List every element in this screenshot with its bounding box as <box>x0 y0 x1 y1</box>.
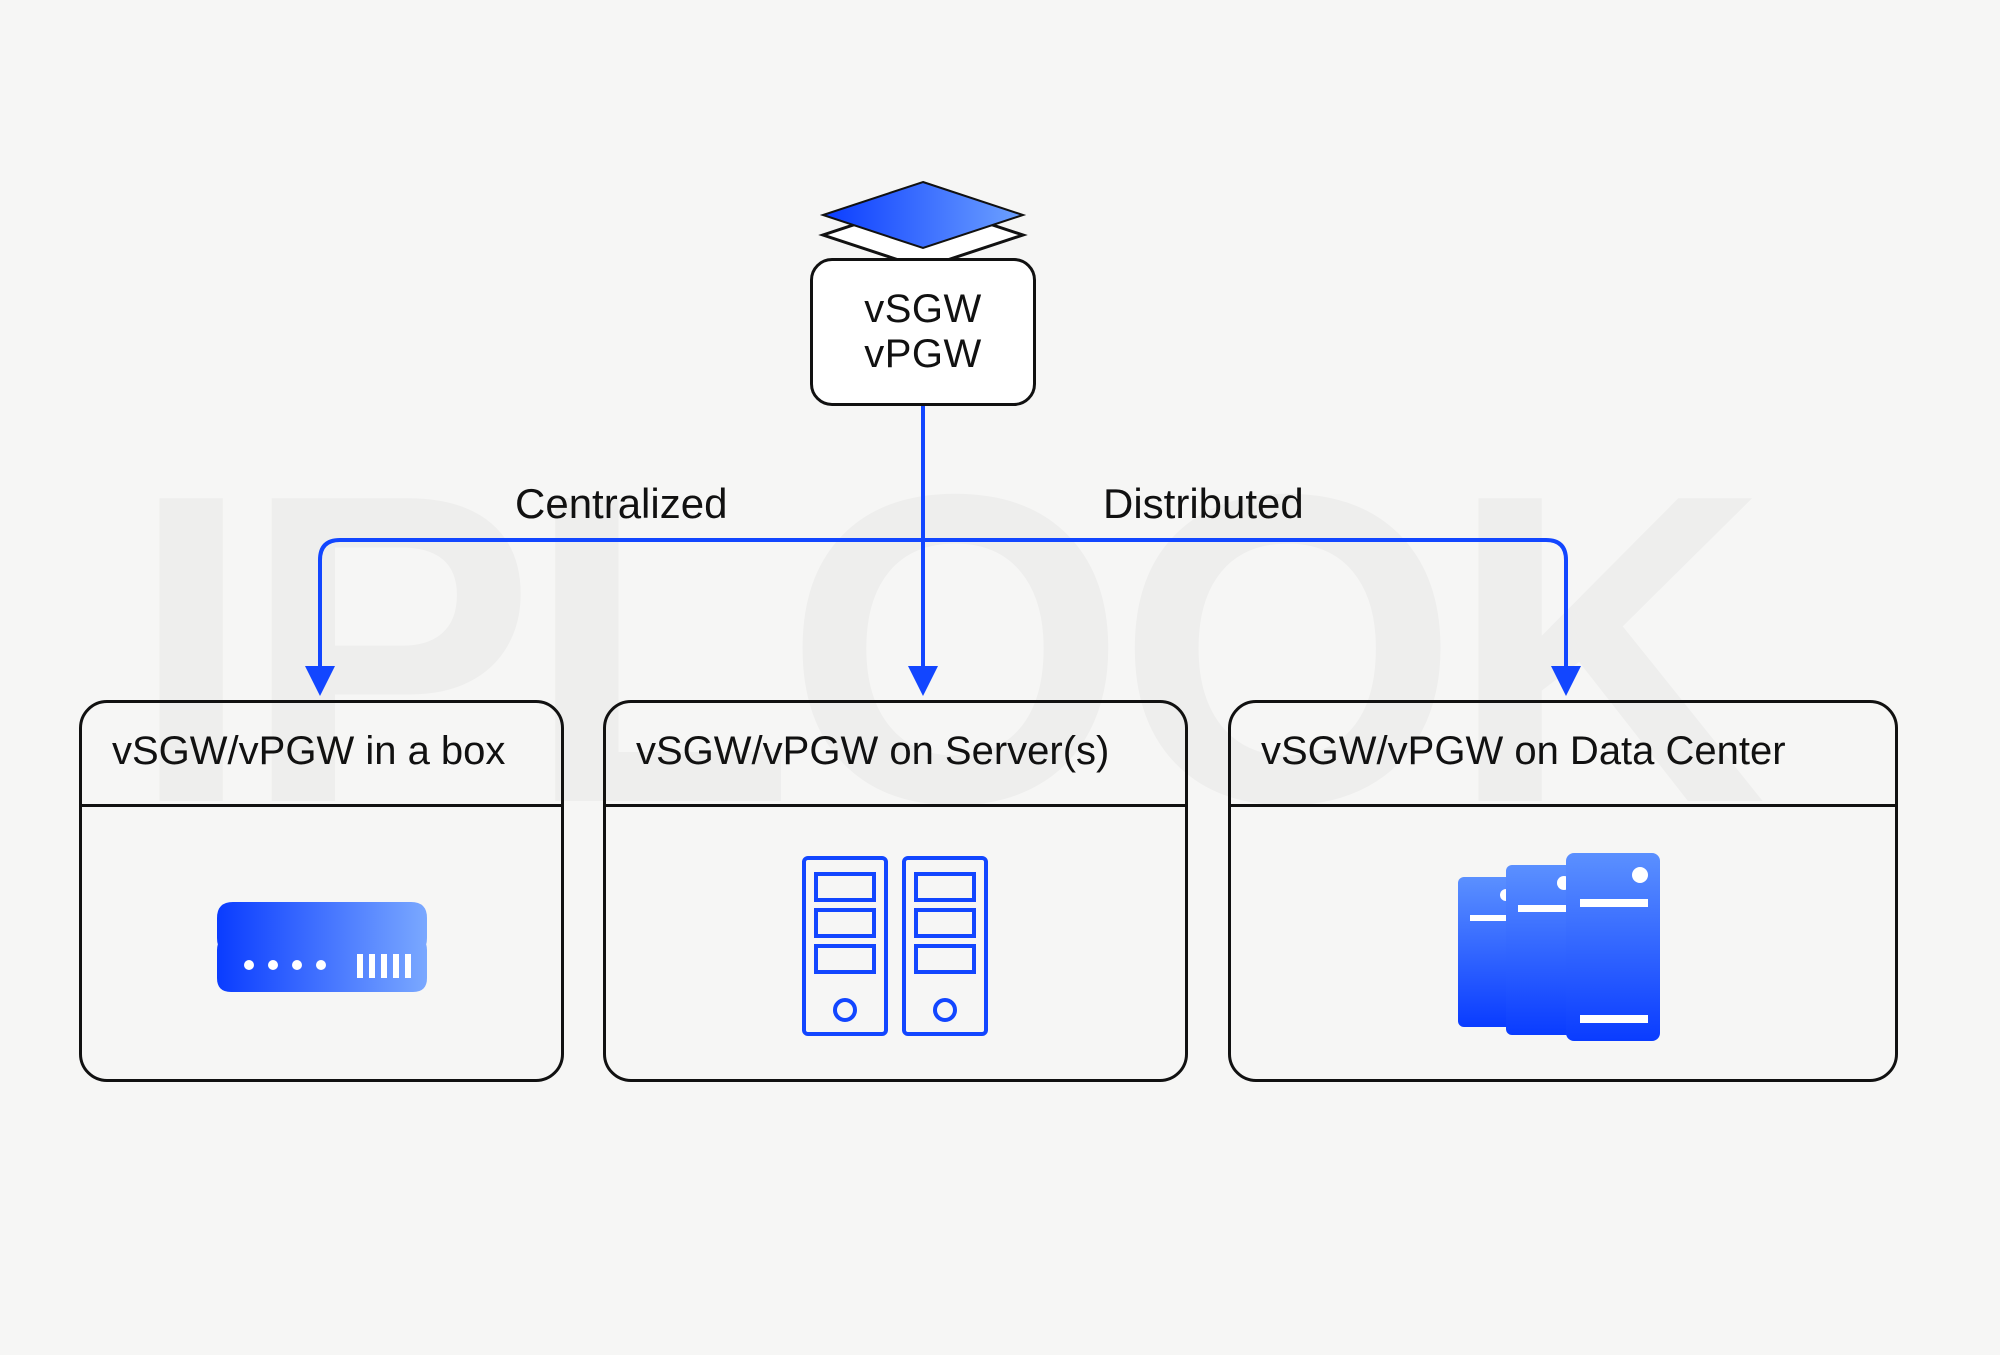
card-body <box>82 807 561 1087</box>
card-body <box>606 807 1185 1087</box>
cube-lid-icon <box>813 180 1033 270</box>
diagram-canvas: IPLOOK <box>0 0 2000 1355</box>
edge-label-distributed: Distributed <box>1103 480 1304 528</box>
datacenter-towers-icon <box>1448 847 1678 1047</box>
card-title: vSGW/vPGW on Data Center <box>1231 703 1895 807</box>
card-on-servers: vSGW/vPGW on Server(s) <box>603 700 1188 1082</box>
card-in-a-box: vSGW/vPGW in a box <box>79 700 564 1082</box>
top-node-line1: vSGW <box>864 287 982 332</box>
top-node: vSGW vPGW <box>810 258 1036 406</box>
servers-icon <box>796 852 996 1042</box>
top-node-line2: vPGW <box>864 332 982 377</box>
card-title: vSGW/vPGW in a box <box>82 703 561 807</box>
card-on-datacenter: vSGW/vPGW on Data Center <box>1228 700 1898 1082</box>
appliance-box-icon <box>207 892 437 1002</box>
card-title: vSGW/vPGW on Server(s) <box>606 703 1185 807</box>
edge-label-centralized: Centralized <box>515 480 727 528</box>
card-body <box>1231 807 1895 1087</box>
